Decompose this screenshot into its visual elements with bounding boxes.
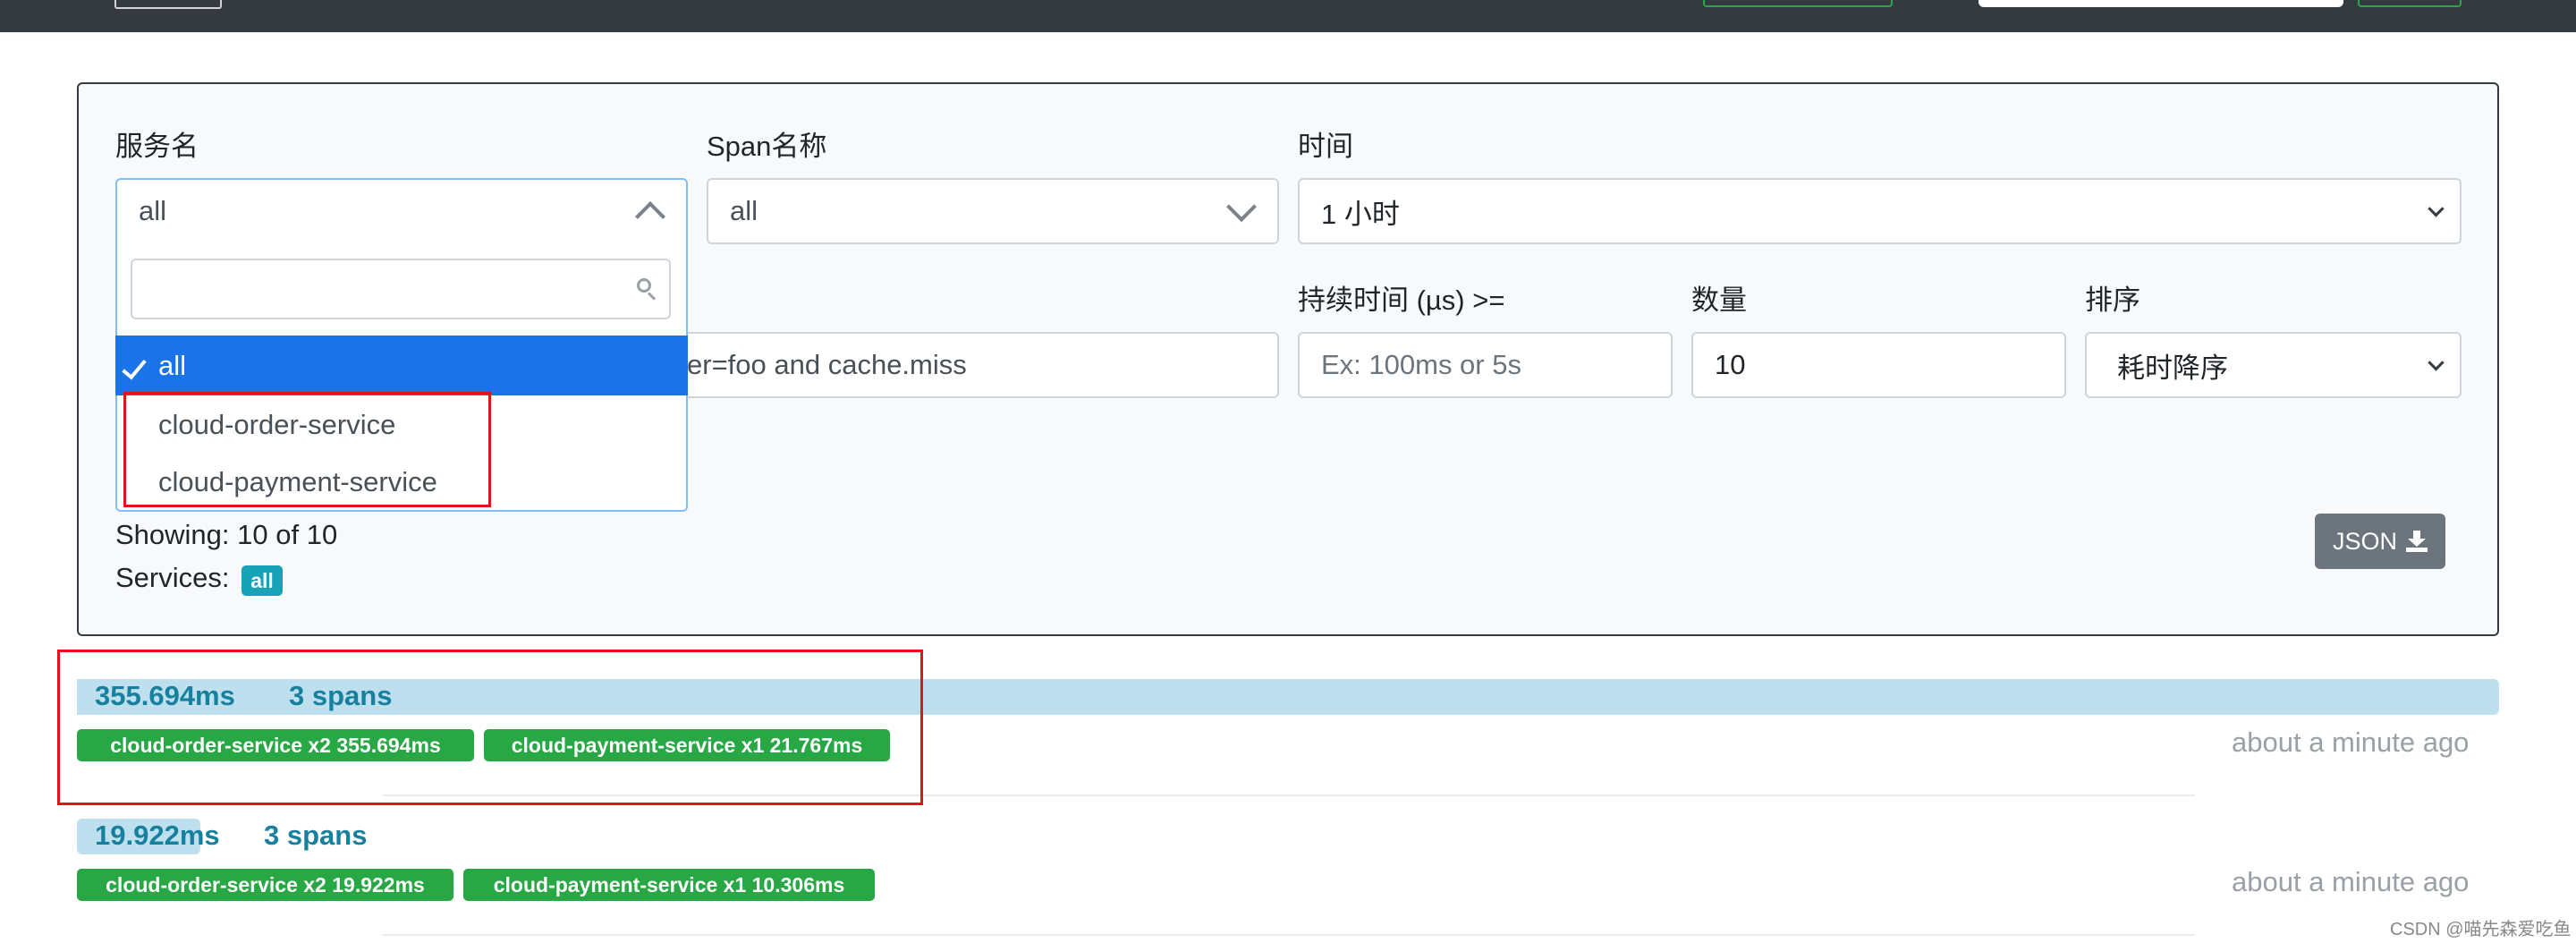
navbar-logo[interactable] <box>114 0 222 9</box>
limit-input[interactable]: 10 <box>1691 332 2066 398</box>
navbar-green-button[interactable] <box>1703 0 1893 7</box>
trace-span-count: 3 spans <box>264 820 368 851</box>
checkmark-icon <box>122 353 147 380</box>
min-duration-input[interactable]: Ex: 100ms or 5s <box>1298 332 1673 398</box>
duration-label: 持续时间 (µs) >= <box>1298 285 1505 316</box>
trace-service-badge[interactable]: cloud-order-service x2 19.922ms <box>77 869 453 901</box>
chevron-down-icon <box>1226 191 1257 223</box>
sort-label: 排序 <box>2085 285 2140 316</box>
showing-count: Showing: 10 of 10 <box>115 519 338 550</box>
trace-duration[interactable]: 19.922ms <box>95 820 220 852</box>
chevron-down-icon <box>2428 354 2445 371</box>
trace-service-badge[interactable]: cloud-payment-service x1 10.306ms <box>463 869 875 901</box>
annotation-box-options <box>123 392 491 507</box>
service-search-input[interactable] <box>131 259 671 319</box>
service-name-select[interactable]: all <box>115 178 688 244</box>
trace-divider <box>383 934 2195 936</box>
span-name-label: Span名称 <box>707 131 827 162</box>
time-range-value: 1 小时 <box>1321 198 1400 230</box>
json-download-button[interactable]: JSON <box>2315 514 2445 569</box>
watermark: CSDN @喵先森爱吃鱼 <box>2390 920 2572 939</box>
search-icon <box>637 278 657 301</box>
service-option-all[interactable]: all <box>115 336 688 395</box>
navbar-go-button[interactable] <box>2358 0 2462 7</box>
chevron-up-icon <box>635 201 665 232</box>
sort-select[interactable]: 耗时降序 <box>2085 332 2462 398</box>
trace-timestamp: about a minute ago <box>2232 866 2470 897</box>
span-name-value: all <box>730 195 758 226</box>
service-option-label: all <box>158 349 187 381</box>
min-duration-placeholder: Ex: 100ms or 5s <box>1321 349 1521 380</box>
span-name-select[interactable]: all <box>707 178 1279 244</box>
time-label: 时间 <box>1298 131 1353 162</box>
download-icon <box>2406 531 2428 552</box>
chevron-down-icon <box>2428 200 2445 217</box>
sort-value: 耗时降序 <box>2117 352 2228 384</box>
trace-timestamp: about a minute ago <box>2232 726 2470 758</box>
tags-query-value: er=foo and cache.miss <box>687 349 967 380</box>
service-name-value: all <box>139 195 167 226</box>
limit-label: 数量 <box>1691 285 1747 316</box>
navbar-trace-id-input[interactable] <box>1979 0 2343 7</box>
service-name-label: 服务名 <box>115 131 199 162</box>
limit-value: 10 <box>1715 349 1746 380</box>
services-badge-all[interactable]: all <box>242 565 283 596</box>
services-label: Services: <box>115 562 230 593</box>
annotation-box-trace <box>57 650 923 805</box>
top-navbar <box>0 0 2576 32</box>
time-range-select[interactable]: 1 小时 <box>1298 178 2462 244</box>
json-button-label: JSON <box>2332 527 2397 555</box>
